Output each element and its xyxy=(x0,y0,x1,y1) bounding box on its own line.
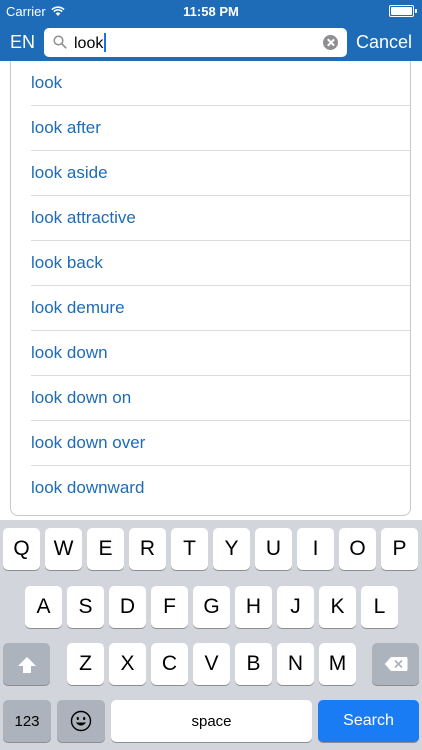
suggestion-item[interactable]: look down xyxy=(11,331,410,376)
key-c[interactable]: C xyxy=(151,643,188,685)
suggestion-label: look demure xyxy=(31,298,125,317)
suggestion-item[interactable]: look demure xyxy=(11,286,410,331)
key-v[interactable]: V xyxy=(193,643,230,685)
key-q[interactable]: Q xyxy=(3,528,40,570)
delete-icon xyxy=(384,657,407,671)
suggestion-item[interactable]: look down on xyxy=(11,376,410,421)
numbers-key[interactable]: 123 xyxy=(3,700,51,742)
key-p[interactable]: P xyxy=(381,528,418,570)
suggestion-label: look after xyxy=(31,118,101,137)
key-s[interactable]: S xyxy=(67,586,104,628)
suggestion-item[interactable]: look down over xyxy=(11,421,410,466)
key-t[interactable]: T xyxy=(171,528,208,570)
key-k[interactable]: K xyxy=(319,586,356,628)
key-u[interactable]: U xyxy=(255,528,292,570)
space-key[interactable]: space xyxy=(111,700,312,742)
suggestion-item[interactable]: look xyxy=(11,61,410,106)
suggestion-item[interactable]: look attractive xyxy=(11,196,410,241)
suggestion-item[interactable]: look aside xyxy=(11,151,410,196)
key-e[interactable]: E xyxy=(87,528,124,570)
status-bar: Carrier 11:58 PM xyxy=(0,0,422,22)
cancel-button[interactable]: Cancel xyxy=(356,32,412,53)
suggestion-item[interactable]: look after xyxy=(11,106,410,151)
keyboard: Q W E R T Y U I O P A S D F G H J K L Z … xyxy=(0,520,422,750)
language-button[interactable]: EN xyxy=(10,32,35,53)
search-field[interactable]: look xyxy=(44,28,347,57)
suggestion-label: look down over xyxy=(31,433,146,452)
suggestion-label: look aside xyxy=(31,163,108,182)
shift-key[interactable] xyxy=(3,643,50,685)
suggestion-item[interactable]: look back xyxy=(11,241,410,286)
search-query: look xyxy=(74,35,104,52)
shift-icon xyxy=(17,656,36,673)
key-j[interactable]: J xyxy=(277,586,314,628)
key-m[interactable]: M xyxy=(319,643,356,685)
key-l[interactable]: L xyxy=(361,586,398,628)
suggestion-label: look back xyxy=(31,253,103,272)
search-icon xyxy=(53,35,67,49)
emoji-icon xyxy=(70,710,92,732)
key-w[interactable]: W xyxy=(45,528,82,570)
delete-key[interactable] xyxy=(372,643,419,685)
key-x[interactable]: X xyxy=(109,643,146,685)
search-row: EN look Cancel xyxy=(0,26,422,58)
suggestion-label: look attractive xyxy=(31,208,136,227)
battery-icon xyxy=(389,5,417,17)
status-time: 11:58 PM xyxy=(183,4,239,19)
key-d[interactable]: D xyxy=(109,586,146,628)
key-g[interactable]: G xyxy=(193,586,230,628)
suggestion-label: look down on xyxy=(31,388,132,407)
suggestion-list: look look after look aside look attracti… xyxy=(10,61,411,516)
suggestion-label: look xyxy=(31,73,63,92)
header-bar: Carrier 11:58 PM EN look Cancel xyxy=(0,0,422,61)
key-n[interactable]: N xyxy=(277,643,314,685)
clear-icon[interactable] xyxy=(323,35,338,50)
search-input[interactable]: look xyxy=(74,33,107,53)
suggestion-label: look down xyxy=(31,343,108,362)
suggestion-label: look downward xyxy=(31,478,145,497)
key-h[interactable]: H xyxy=(235,586,272,628)
key-b[interactable]: B xyxy=(235,643,272,685)
key-y[interactable]: Y xyxy=(213,528,250,570)
key-a[interactable]: A xyxy=(25,586,62,628)
key-o[interactable]: O xyxy=(339,528,376,570)
key-f[interactable]: F xyxy=(151,586,188,628)
search-key[interactable]: Search xyxy=(318,700,419,742)
suggestion-item[interactable]: look downward xyxy=(11,466,410,511)
emoji-key[interactable] xyxy=(57,700,105,742)
key-z[interactable]: Z xyxy=(67,643,104,685)
text-caret xyxy=(104,33,107,52)
key-r[interactable]: R xyxy=(129,528,166,570)
key-i[interactable]: I xyxy=(297,528,334,570)
